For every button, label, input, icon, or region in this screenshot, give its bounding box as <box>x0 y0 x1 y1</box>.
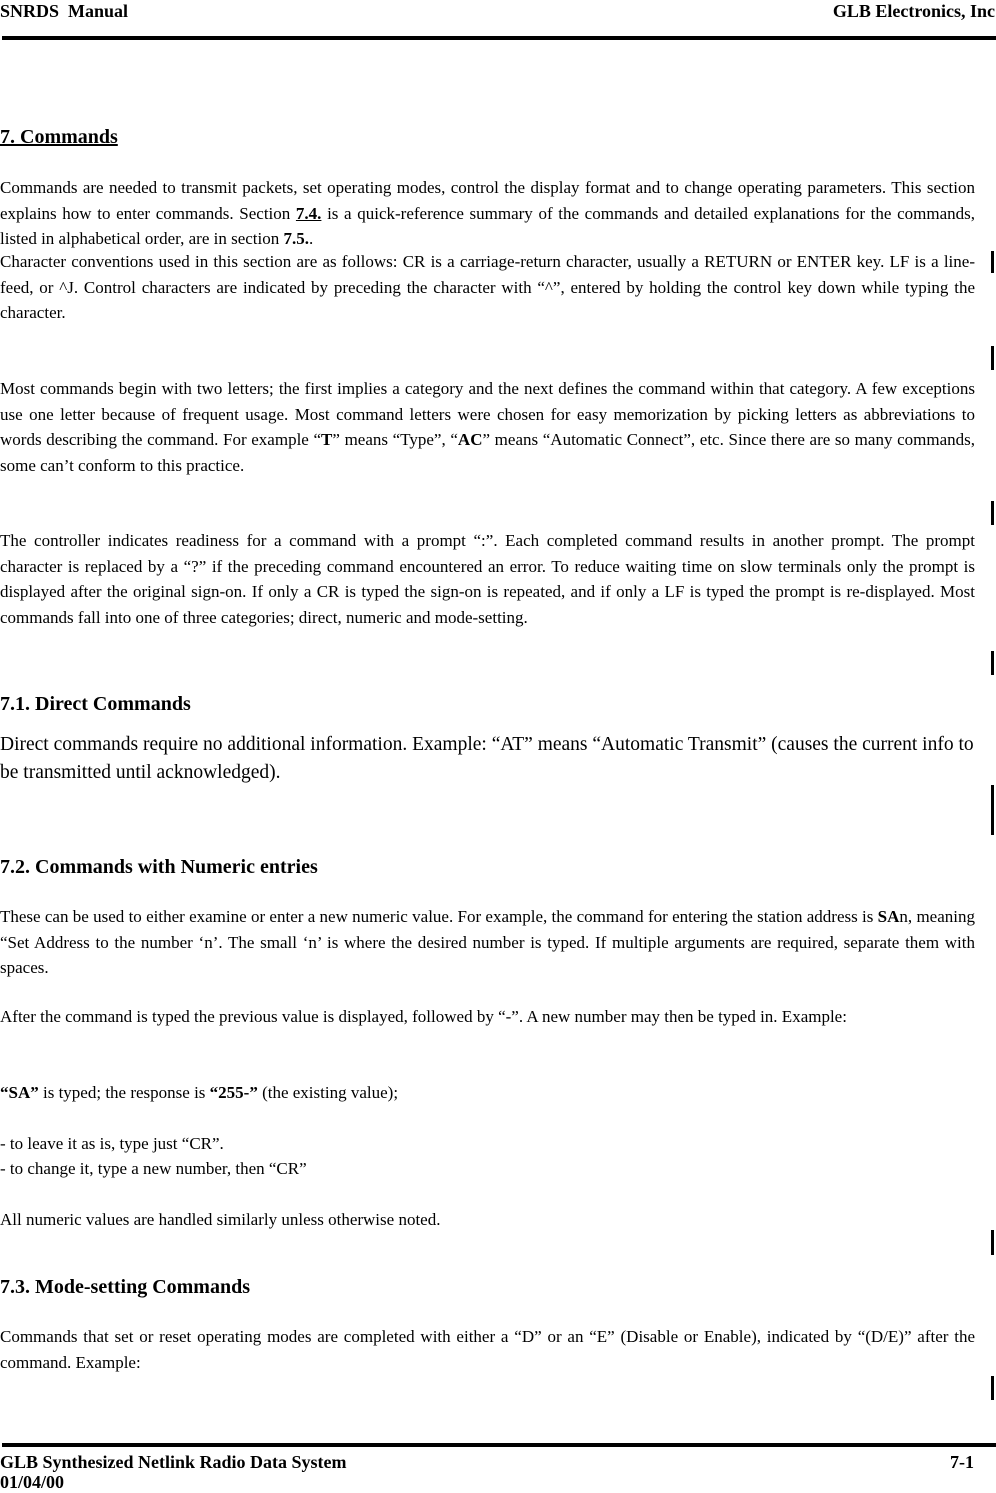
manual-title: SNRDS Manual <box>0 1 129 21</box>
change-bar <box>991 251 994 273</box>
section-7-1-paragraph: Direct commands require no additional in… <box>0 734 974 783</box>
section-7-3-paragraph: Commands that set or reset operating mod… <box>0 1327 975 1372</box>
section-7-paragraph-1: Commands are needed to transmit packets,… <box>0 178 975 248</box>
section-7-title: 7. Commands <box>0 126 118 148</box>
section-ref-7-4[interactable]: 7.4. <box>296 204 322 223</box>
change-bar <box>991 346 994 370</box>
example-bullet-1: - to leave it as is, type just “CR”. <box>0 1134 224 1153</box>
section-7-2-paragraph-1: These can be used to either examine or e… <box>0 907 975 977</box>
change-bar <box>991 501 994 525</box>
company-name: GLB Electronics, Inc <box>832 1 995 21</box>
example-bullet-2: - to change it, type a new number, then … <box>0 1159 307 1178</box>
header-rule <box>2 36 996 40</box>
example-line: “SA” is typed; the response is “255-” (t… <box>0 1083 399 1102</box>
section-7-2-title: 7.2. Commands with Numeric entries <box>0 856 318 878</box>
section-7-2-paragraph-3: All numeric values are handled similarly… <box>0 1210 441 1229</box>
change-bar <box>991 1376 994 1400</box>
footer-title: GLB Synthesized Netlink Radio Data Syste… <box>0 1452 347 1472</box>
section-7-2-paragraph-2: After the command is typed the previous … <box>0 1007 847 1026</box>
section-7-paragraph-2: Character conventions used in this secti… <box>0 252 975 322</box>
page-number: 7-1 <box>950 1452 974 1472</box>
section-7-paragraph-3: Most commands begin with two letters; th… <box>0 379 975 475</box>
footer-rule <box>2 1443 996 1447</box>
change-bar <box>991 785 994 835</box>
section-7-1-title: 7.1. Direct Commands <box>0 693 191 715</box>
section-7-paragraph-4: The controller indicates readiness for a… <box>0 531 975 627</box>
footer-date: 01/04/00 <box>0 1472 65 1492</box>
section-ref-7-5: 7.5. <box>283 229 310 248</box>
change-bar <box>991 651 994 675</box>
change-bar <box>991 1230 994 1255</box>
section-7-3-title: 7.3. Mode-setting Commands <box>0 1276 250 1298</box>
